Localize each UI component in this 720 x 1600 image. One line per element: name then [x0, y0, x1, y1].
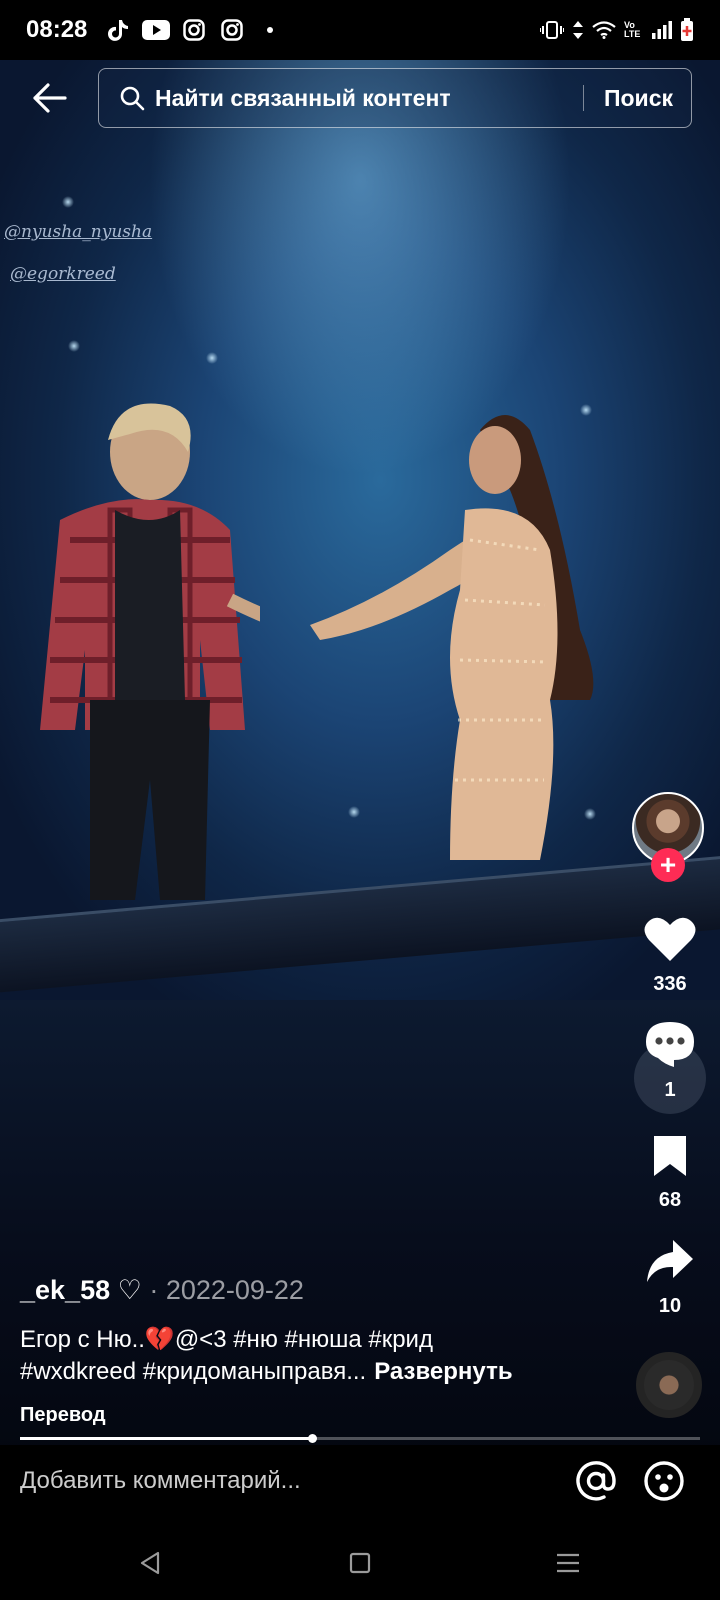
menu-lines-icon — [557, 1553, 579, 1573]
nav-recents-button[interactable] — [548, 1543, 588, 1583]
like-count: 336 — [653, 973, 687, 995]
author-heart: ♡ — [110, 1275, 142, 1305]
comment-count: 1 — [664, 1079, 676, 1101]
bookmark-button[interactable]: 68 — [636, 1134, 704, 1212]
sound-disc[interactable] — [636, 1352, 702, 1418]
dot-icon — [255, 17, 285, 43]
search-box[interactable]: Найти связанный контент Поиск — [98, 68, 692, 128]
nav-back-button[interactable] — [130, 1543, 170, 1583]
data-arrows-icon — [573, 21, 583, 39]
comment-button[interactable]: 1 — [636, 1020, 704, 1102]
signal-icon — [652, 21, 672, 39]
sparkle — [62, 196, 74, 208]
back-arrow-icon — [33, 83, 67, 113]
instagram-icon — [217, 17, 247, 43]
status-right-icons: Vo LTE — [540, 18, 694, 42]
author-line: _ek_58 ♡ · 2022-09-22 — [20, 1275, 304, 1306]
caption-line-2[interactable]: #wxdkreed #кридоманыправя... — [20, 1358, 366, 1385]
comment-icon — [646, 1022, 694, 1067]
status-time: 08:28 — [26, 16, 88, 43]
performer-woman — [310, 415, 594, 860]
sparkle — [206, 352, 218, 364]
youtube-icon — [141, 17, 171, 43]
search-button[interactable]: Поиск — [584, 85, 691, 112]
status-bar: 08:28 Vo LTE — [0, 0, 720, 60]
author-avatar-group[interactable]: + — [632, 792, 706, 882]
caption-line-1[interactable]: Егор с Ню..💔@<3 #ню #нюша #крид — [20, 1324, 600, 1356]
bookmark-count: 68 — [658, 1189, 682, 1211]
video-progress-bar[interactable] — [20, 1434, 700, 1443]
watermark-2: @egorkreed — [10, 264, 116, 284]
performer-man — [40, 403, 260, 900]
follow-plus-button[interactable]: + — [651, 848, 685, 882]
comment-bar: Добавить комментарий... — [0, 1445, 720, 1525]
back-button[interactable] — [28, 76, 72, 120]
system-nav-bar — [0, 1525, 720, 1600]
share-button[interactable]: 10 — [636, 1238, 704, 1318]
share-count: 10 — [658, 1295, 682, 1317]
search-icon — [120, 86, 145, 111]
like-button[interactable]: 336 — [636, 916, 704, 996]
author-name[interactable]: _ek_58 — [20, 1275, 110, 1305]
nav-home-button[interactable] — [340, 1543, 380, 1583]
expand-link[interactable]: Развернуть — [374, 1358, 512, 1385]
sparkle — [68, 340, 80, 352]
video-progress-fill — [20, 1437, 313, 1440]
triangle-back-icon — [140, 1551, 160, 1575]
translate-link[interactable]: Перевод — [20, 1404, 106, 1427]
instagram-icon — [179, 17, 209, 43]
bookmark-icon — [654, 1136, 686, 1176]
post-date: · 2022-09-22 — [141, 1275, 304, 1305]
search-input[interactable]: Найти связанный контент — [155, 85, 583, 112]
vibrate-icon — [540, 21, 564, 39]
mention-icon[interactable] — [574, 1459, 618, 1503]
volte-icon: Vo LTE — [624, 20, 641, 39]
caption: Егор с Ню..💔@<3 #ню #нюша #крид #wxdkree… — [20, 1324, 600, 1388]
emoji-icon[interactable] — [642, 1459, 686, 1503]
heart-icon — [644, 917, 696, 961]
share-arrow-icon — [647, 1240, 693, 1282]
wifi-icon — [592, 21, 616, 39]
square-home-icon — [349, 1552, 371, 1574]
watermark-1: @nyusha_nyusha — [4, 222, 153, 242]
comment-input[interactable]: Добавить комментарий... — [20, 1467, 301, 1495]
battery-icon — [681, 18, 693, 41]
tiktok-icon — [103, 17, 133, 43]
